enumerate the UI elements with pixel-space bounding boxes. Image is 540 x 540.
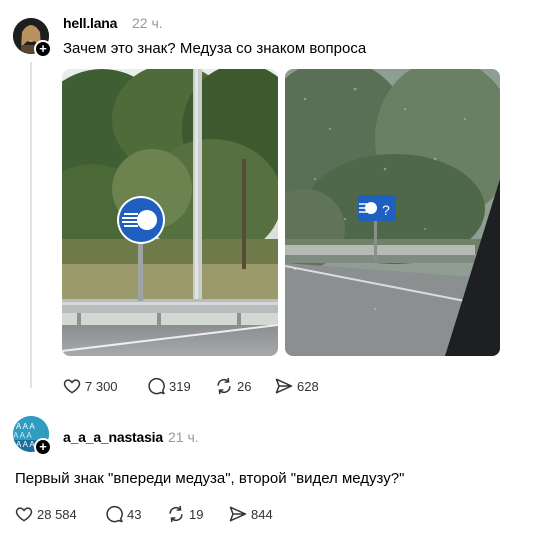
reply-count: 319 bbox=[169, 378, 191, 394]
repost-button[interactable]: 19 bbox=[166, 504, 203, 524]
username[interactable]: a_a_a_nastasia bbox=[63, 429, 163, 445]
post-actions: 7 300 319 26 628 bbox=[62, 376, 362, 396]
like-button[interactable]: 28 584 bbox=[14, 504, 77, 524]
post-actions: 28 584 43 19 844 bbox=[14, 504, 314, 524]
follow-plus-icon[interactable]: + bbox=[34, 438, 52, 456]
comment-icon bbox=[148, 377, 165, 395]
timestamp: 21 ч. bbox=[168, 429, 199, 445]
jellyfish-sign-icon bbox=[117, 196, 165, 244]
repost-button[interactable]: 26 bbox=[214, 376, 251, 396]
send-icon bbox=[275, 378, 293, 394]
post-hell-lana: + hell.lana 22 ч. Зачем это знак? Медуза… bbox=[0, 0, 540, 410]
share-button[interactable]: 844 bbox=[228, 504, 273, 524]
svg-text:A A A: A A A bbox=[16, 422, 35, 431]
post-text: Зачем это знак? Медуза со знаком вопроса bbox=[63, 40, 367, 57]
comment-icon bbox=[106, 505, 123, 523]
post-image-left[interactable] bbox=[62, 69, 278, 356]
reply-button[interactable]: 43 bbox=[104, 504, 141, 524]
repost-count: 26 bbox=[237, 378, 252, 394]
username[interactable]: hell.lana bbox=[63, 15, 117, 31]
like-count: 28 584 bbox=[37, 506, 77, 522]
share-count: 844 bbox=[251, 506, 273, 522]
share-button[interactable]: 628 bbox=[274, 376, 319, 396]
timestamp: 22 ч. bbox=[132, 15, 163, 31]
share-count: 628 bbox=[297, 378, 319, 394]
heart-icon bbox=[63, 379, 81, 394]
post-image-right[interactable]: ? bbox=[285, 69, 500, 356]
reply-count: 43 bbox=[127, 506, 142, 522]
post-nastasia: A A A A A A A A A + a_a_a_nastasia 21 ч.… bbox=[0, 410, 540, 540]
post-text: Первый знак "впереди медуза", второй "ви… bbox=[15, 470, 405, 487]
svg-text:A A A: A A A bbox=[16, 440, 35, 449]
like-button[interactable]: 7 300 bbox=[62, 376, 118, 396]
question-mark-glyph: ? bbox=[382, 202, 390, 218]
heart-icon bbox=[15, 507, 33, 522]
svg-text:A A A: A A A bbox=[13, 431, 32, 440]
send-icon bbox=[229, 506, 247, 522]
repost-icon bbox=[169, 505, 183, 523]
reply-button[interactable]: 319 bbox=[146, 376, 191, 396]
like-count: 7 300 bbox=[85, 378, 118, 394]
follow-plus-icon[interactable]: + bbox=[34, 40, 52, 58]
thread-line bbox=[30, 62, 32, 388]
repost-count: 19 bbox=[189, 506, 204, 522]
repost-icon bbox=[217, 377, 231, 395]
